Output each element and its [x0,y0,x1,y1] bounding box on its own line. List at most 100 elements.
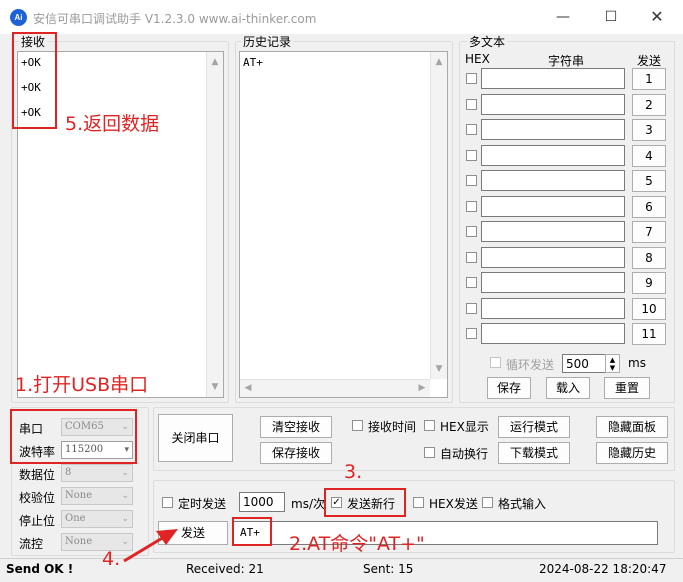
download-mode-button[interactable]: 下载模式 [498,442,570,464]
databits-select[interactable]: 8 ⌄ [61,464,133,482]
loop-interval-spinner[interactable]: ▲ ▼ [605,354,620,373]
history-list[interactable]: ▲ ▼ ◀ ▶ [239,51,448,398]
multitext-hex-checkbox[interactable] [466,73,477,84]
multitext-hex-checkbox[interactable] [466,226,477,237]
scroll-right-icon[interactable]: ▶ [416,381,428,395]
loop-interval-input[interactable]: 500 [562,354,606,373]
annotation-step3: 3. [344,461,363,483]
multitext-send-button[interactable]: 7 [632,221,666,243]
loop-send-label: 循环发送 [506,358,555,372]
databits-label: 数据位 [19,468,56,482]
save-receive-button[interactable]: 保存接收 [260,442,332,464]
chevron-down-icon: ⌄ [121,468,129,478]
annotation-box-port [10,409,137,464]
multitext-send-button[interactable]: 8 [632,246,666,269]
run-mode-button[interactable]: 运行模式 [498,416,570,438]
annotation-step4: 4. [102,548,121,570]
history-vscrollbar[interactable]: ▲ ▼ [430,52,447,379]
multitext-hex-checkbox[interactable] [466,277,477,288]
send-column-header: 发送 [637,54,662,68]
multitext-label: 多文本 [467,35,508,49]
multitext-send-button[interactable]: 11 [632,323,666,345]
app-logo-icon: Ai [10,9,27,26]
parity-select[interactable]: None ⌄ [61,487,133,505]
scroll-down-icon[interactable]: ▼ [207,380,223,394]
multitext-send-button[interactable]: 10 [632,297,666,320]
hex-send-label: HEX发送 [429,497,478,511]
scroll-up-icon[interactable]: ▲ [207,55,223,69]
receive-scrollbar[interactable]: ▲ ▼ [206,52,223,397]
multitext-send-button[interactable]: 1 [632,68,666,90]
multitext-hex-checkbox[interactable] [466,200,477,212]
annotation-step1: 1.打开USB串口 [15,374,149,396]
status-sent: Sent: 15 [363,562,414,576]
receive-time-checkbox[interactable] [352,420,363,431]
chevron-down-icon: ⌄ [121,491,129,501]
multitext-string-input[interactable] [481,323,625,344]
status-received: Received: 21 [186,562,264,576]
parity-value: None [65,490,93,501]
multitext-string-input[interactable] [481,221,625,242]
multitext-string-input[interactable] [481,93,625,115]
history-label: 历史记录 [241,35,294,49]
auto-wrap-label: 自动换行 [440,447,489,461]
loop-send-checkbox[interactable] [490,357,501,368]
format-input-label: 格式输入 [498,497,547,511]
multitext-send-button[interactable]: 5 [632,170,666,192]
multitext-string-input[interactable] [481,195,625,217]
hide-panel-button[interactable]: 隐藏面板 [596,416,668,438]
multitext-string-input[interactable] [481,68,625,89]
multitext-hex-checkbox[interactable] [466,251,477,263]
multitext-hex-checkbox[interactable] [466,98,477,110]
format-input-checkbox[interactable] [482,497,493,508]
multitext-string-input[interactable] [481,246,625,268]
hex-send-checkbox[interactable] [413,497,424,508]
hex-display-checkbox[interactable] [424,420,435,431]
scroll-left-icon[interactable]: ◀ [242,381,254,395]
annotation-step2: 2.AT命令"AT+" [289,533,425,555]
send-interval-input[interactable]: 1000 [239,492,285,512]
minimize-icon[interactable]: — [551,6,575,28]
scroll-down-icon[interactable]: ▼ [431,362,447,376]
history-hscrollbar[interactable]: ◀ ▶ [240,379,430,397]
history-item[interactable]: AT+ [243,56,263,69]
timed-send-label: 定时发送 [178,497,227,511]
multitext-send-button[interactable]: 2 [632,93,666,116]
loop-unit-label: ms [628,356,646,370]
close-icon[interactable]: ✕ [645,6,669,28]
multitext-hex-checkbox[interactable] [466,175,477,186]
multitext-save-button[interactable]: 保存 [487,377,531,399]
maximize-icon[interactable]: ☐ [599,6,623,28]
multitext-send-button[interactable]: 6 [632,195,666,218]
flow-label: 流控 [19,537,44,551]
multitext-hex-checkbox[interactable] [466,328,477,339]
annotation-box-newline [324,488,406,517]
multitext-send-button[interactable]: 3 [632,119,666,141]
multitext-send-button[interactable]: 9 [632,272,666,294]
auto-wrap-checkbox[interactable] [424,447,435,458]
receive-time-label: 接收时间 [368,420,417,434]
multitext-string-input[interactable] [481,272,625,293]
hide-history-button[interactable]: 隐藏历史 [596,442,668,464]
parity-label: 校验位 [19,491,56,505]
multitext-hex-checkbox[interactable] [466,149,477,161]
multitext-string-input[interactable] [481,144,625,166]
multitext-send-button[interactable]: 4 [632,144,666,167]
multitext-hex-checkbox[interactable] [466,124,477,135]
timed-send-checkbox[interactable] [162,497,173,508]
multitext-string-input[interactable] [481,297,625,319]
multitext-load-button[interactable]: 载入 [546,377,590,399]
close-port-button[interactable]: 关闭串口 [158,414,233,462]
multitext-string-input[interactable] [481,119,625,140]
annotation-box-receive [12,32,57,129]
scroll-up-icon[interactable]: ▲ [431,55,447,69]
hex-column-header: HEX [465,52,490,66]
multitext-reset-button[interactable]: 重置 [604,377,650,399]
string-column-header: 字符串 [548,54,585,68]
flow-value: None [65,536,93,547]
status-datetime: 2024-08-22 18:20:47 [539,562,667,576]
clear-receive-button[interactable]: 清空接收 [260,416,332,438]
multitext-string-input[interactable] [481,170,625,191]
multitext-hex-checkbox[interactable] [466,302,477,314]
annotation-arrow-icon [123,529,178,563]
